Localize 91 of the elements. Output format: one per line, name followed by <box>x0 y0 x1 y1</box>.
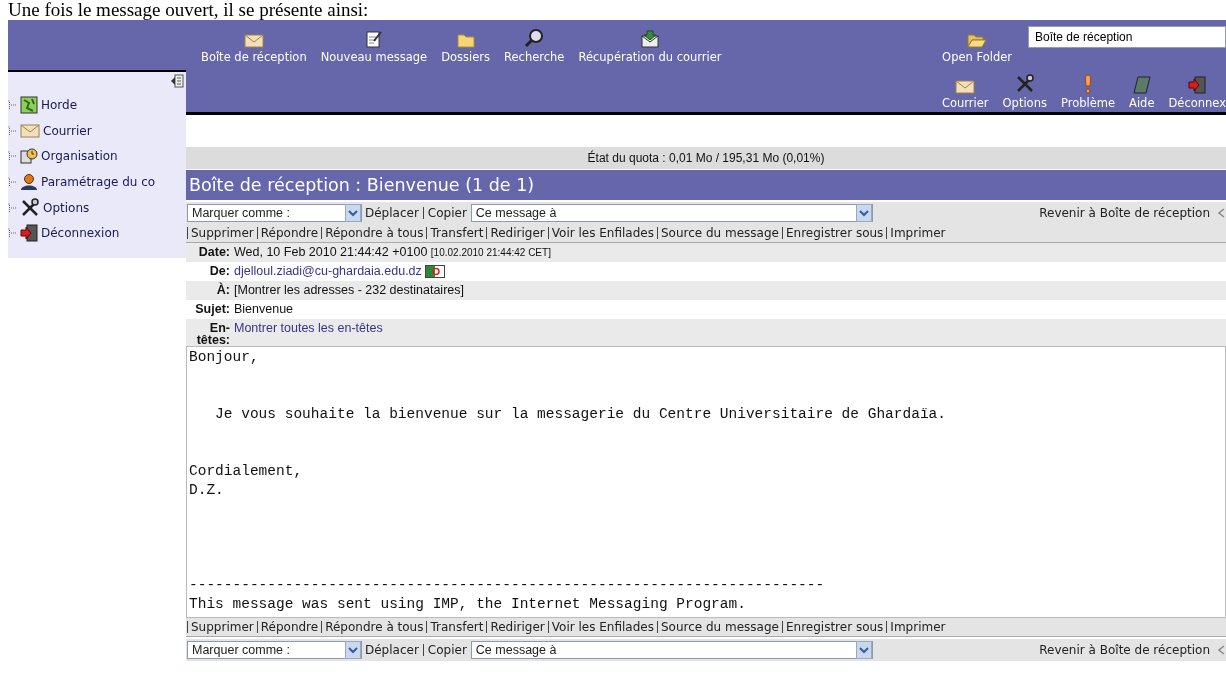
mark-as-select[interactable]: Marquer comme : <box>187 204 362 222</box>
arrow-left-icon[interactable] <box>1218 208 1226 218</box>
message-action-link[interactable]: Répondre <box>256 621 322 633</box>
message-action-link[interactable]: Supprimer <box>187 621 257 633</box>
map-icon <box>20 95 38 114</box>
app-menu-button[interactable]: Courrier <box>941 80 989 110</box>
toolbar-button[interactable]: Boîte de réception <box>201 34 307 64</box>
message-action-link[interactable]: Rediriger <box>486 621 548 633</box>
header-label: Date: <box>197 244 231 258</box>
back-to-inbox-link[interactable]: Revenir à Boîte de réception <box>1039 206 1210 220</box>
folder-icon <box>456 33 475 48</box>
tree-branch-icon <box>8 99 17 110</box>
toolbar-button[interactable]: Nouveau message <box>320 30 428 64</box>
toolbar-button[interactable]: Récupération du courrier <box>578 30 722 64</box>
show-headers-link[interactable]: Montrer toutes les en-têtes <box>234 321 383 335</box>
toolbar-button[interactable]: Dossiers <box>441 33 491 64</box>
header-label: De: <box>208 263 231 277</box>
message-action-link[interactable]: Voir les Enfilades <box>547 227 657 239</box>
organizer-icon <box>20 147 38 166</box>
folder-select[interactable]: Boîte de réception <box>1028 26 1226 48</box>
dropdown-caret-icon[interactable] <box>855 641 872 659</box>
message-action-link[interactable]: Répondre à tous <box>321 621 427 633</box>
header-note: [10.02.2010 21:44:42 CET] <box>430 247 551 258</box>
exit-door-icon <box>1188 76 1207 94</box>
move-link[interactable]: Déplacer <box>365 643 419 657</box>
search-icon <box>524 28 545 48</box>
message-action-link[interactable]: Imprimer <box>886 621 949 633</box>
message-title: Boîte de réception : Bienvenue (1 de 1) <box>186 170 1226 200</box>
message-action-link[interactable]: Transfert <box>426 621 487 633</box>
tree-branch-icon <box>8 151 17 162</box>
toolbar-button[interactable]: Recherche <box>504 28 565 64</box>
collapse-panel-icon[interactable] <box>170 74 184 88</box>
app-menu-button[interactable]: Options <box>1002 74 1047 110</box>
exit-door-icon <box>20 224 38 243</box>
dropdown-caret-icon[interactable] <box>345 204 361 222</box>
message-action-link[interactable]: Enregistrer sous <box>781 227 887 239</box>
message-action-link[interactable]: Source du message <box>656 227 782 239</box>
message-body: Bonjour, Je vous souhaite la bienvenue sur la messagerie du Centre Universitaire de Ghardaïa. Cordialement, D.Z. ------------------------------------------------------------------------- This message was sent using IMP, the Internet Messaging Program. <box>186 346 1226 618</box>
tree-branch-icon <box>8 228 17 239</box>
exclamation-icon <box>1082 74 1093 94</box>
notepad-pencil-icon <box>365 30 382 48</box>
message-action-link[interactable]: Imprimer <box>886 227 949 239</box>
tree-branch-icon <box>8 202 17 213</box>
message-action-link[interactable]: Enregistrer sous <box>781 621 887 633</box>
message-action-link[interactable]: Voir les Enfilades <box>547 621 657 633</box>
open-folder-icon <box>967 33 988 48</box>
document-caption: Une fois le message ouvert, il se présente ainsi: <box>8 0 370 20</box>
sidebar-item[interactable]: Options <box>43 200 90 215</box>
header-label: En-têtes: <box>195 320 231 346</box>
header-value: [Montrer les adresses - 232 destinataires] <box>234 283 464 297</box>
quota-status: État du quota : 0,01 Mo / 195,31 Mo (0,01%) <box>186 147 1226 169</box>
tree-branch-icon <box>8 125 17 136</box>
dropdown-caret-icon[interactable] <box>855 204 872 222</box>
app-menu-button[interactable]: Déconnex <box>1168 76 1226 110</box>
sidebar-item[interactable]: Horde <box>41 97 78 112</box>
arrow-left-icon[interactable] <box>1218 645 1226 655</box>
sidebar-item[interactable]: Courrier <box>43 123 92 138</box>
header-value: Bienvenue <box>234 302 294 316</box>
message-action-link[interactable]: Répondre <box>256 227 322 239</box>
target-folder-select[interactable]: Ce message à <box>470 204 873 222</box>
tools-icon <box>1014 74 1035 94</box>
sidebar-item[interactable]: Déconnexion <box>41 226 120 241</box>
app-menu-button[interactable]: Problème <box>1060 74 1115 110</box>
tree-branch-icon <box>8 176 17 187</box>
dropdown-caret-icon[interactable] <box>345 641 361 659</box>
message-action-link[interactable]: Répondre à tous <box>321 227 427 239</box>
toolbar-button[interactable]: Open Folder <box>942 33 1012 64</box>
app-menu-button[interactable]: Aide <box>1129 76 1155 110</box>
sidebar-item[interactable]: Paramétrage du co <box>41 174 156 189</box>
tools-icon <box>20 197 40 218</box>
header-label: À: <box>215 281 231 296</box>
copy-link[interactable]: Copier <box>427 643 467 657</box>
message-action-link[interactable]: Source du message <box>656 621 782 633</box>
envelope-download-icon <box>641 30 659 48</box>
book-icon <box>1132 76 1151 94</box>
person-icon <box>20 172 38 191</box>
envelope-icon <box>955 80 976 94</box>
sidebar-item[interactable]: Organisation <box>41 149 118 164</box>
mark-as-select[interactable]: Marquer comme : <box>187 641 362 659</box>
sender-link[interactable]: djelloul.ziadi@cu-ghardaia.edu.dz <box>234 264 422 278</box>
message-action-link[interactable]: Transfert <box>426 227 487 239</box>
header-value: Wed, 10 Feb 2010 21:44:42 +0100 <box>234 245 428 259</box>
target-folder-select[interactable]: Ce message à <box>470 641 873 659</box>
move-link[interactable]: Déplacer <box>365 206 419 220</box>
envelope-icon <box>20 123 40 138</box>
header-label: Sujet: <box>194 301 231 315</box>
envelope-icon <box>243 34 264 48</box>
back-to-inbox-link[interactable]: Revenir à Boîte de réception <box>1039 643 1210 657</box>
copy-link[interactable]: Copier <box>427 206 467 220</box>
message-action-link[interactable]: Rediriger <box>486 227 548 239</box>
message-action-link[interactable]: Supprimer <box>187 227 257 239</box>
